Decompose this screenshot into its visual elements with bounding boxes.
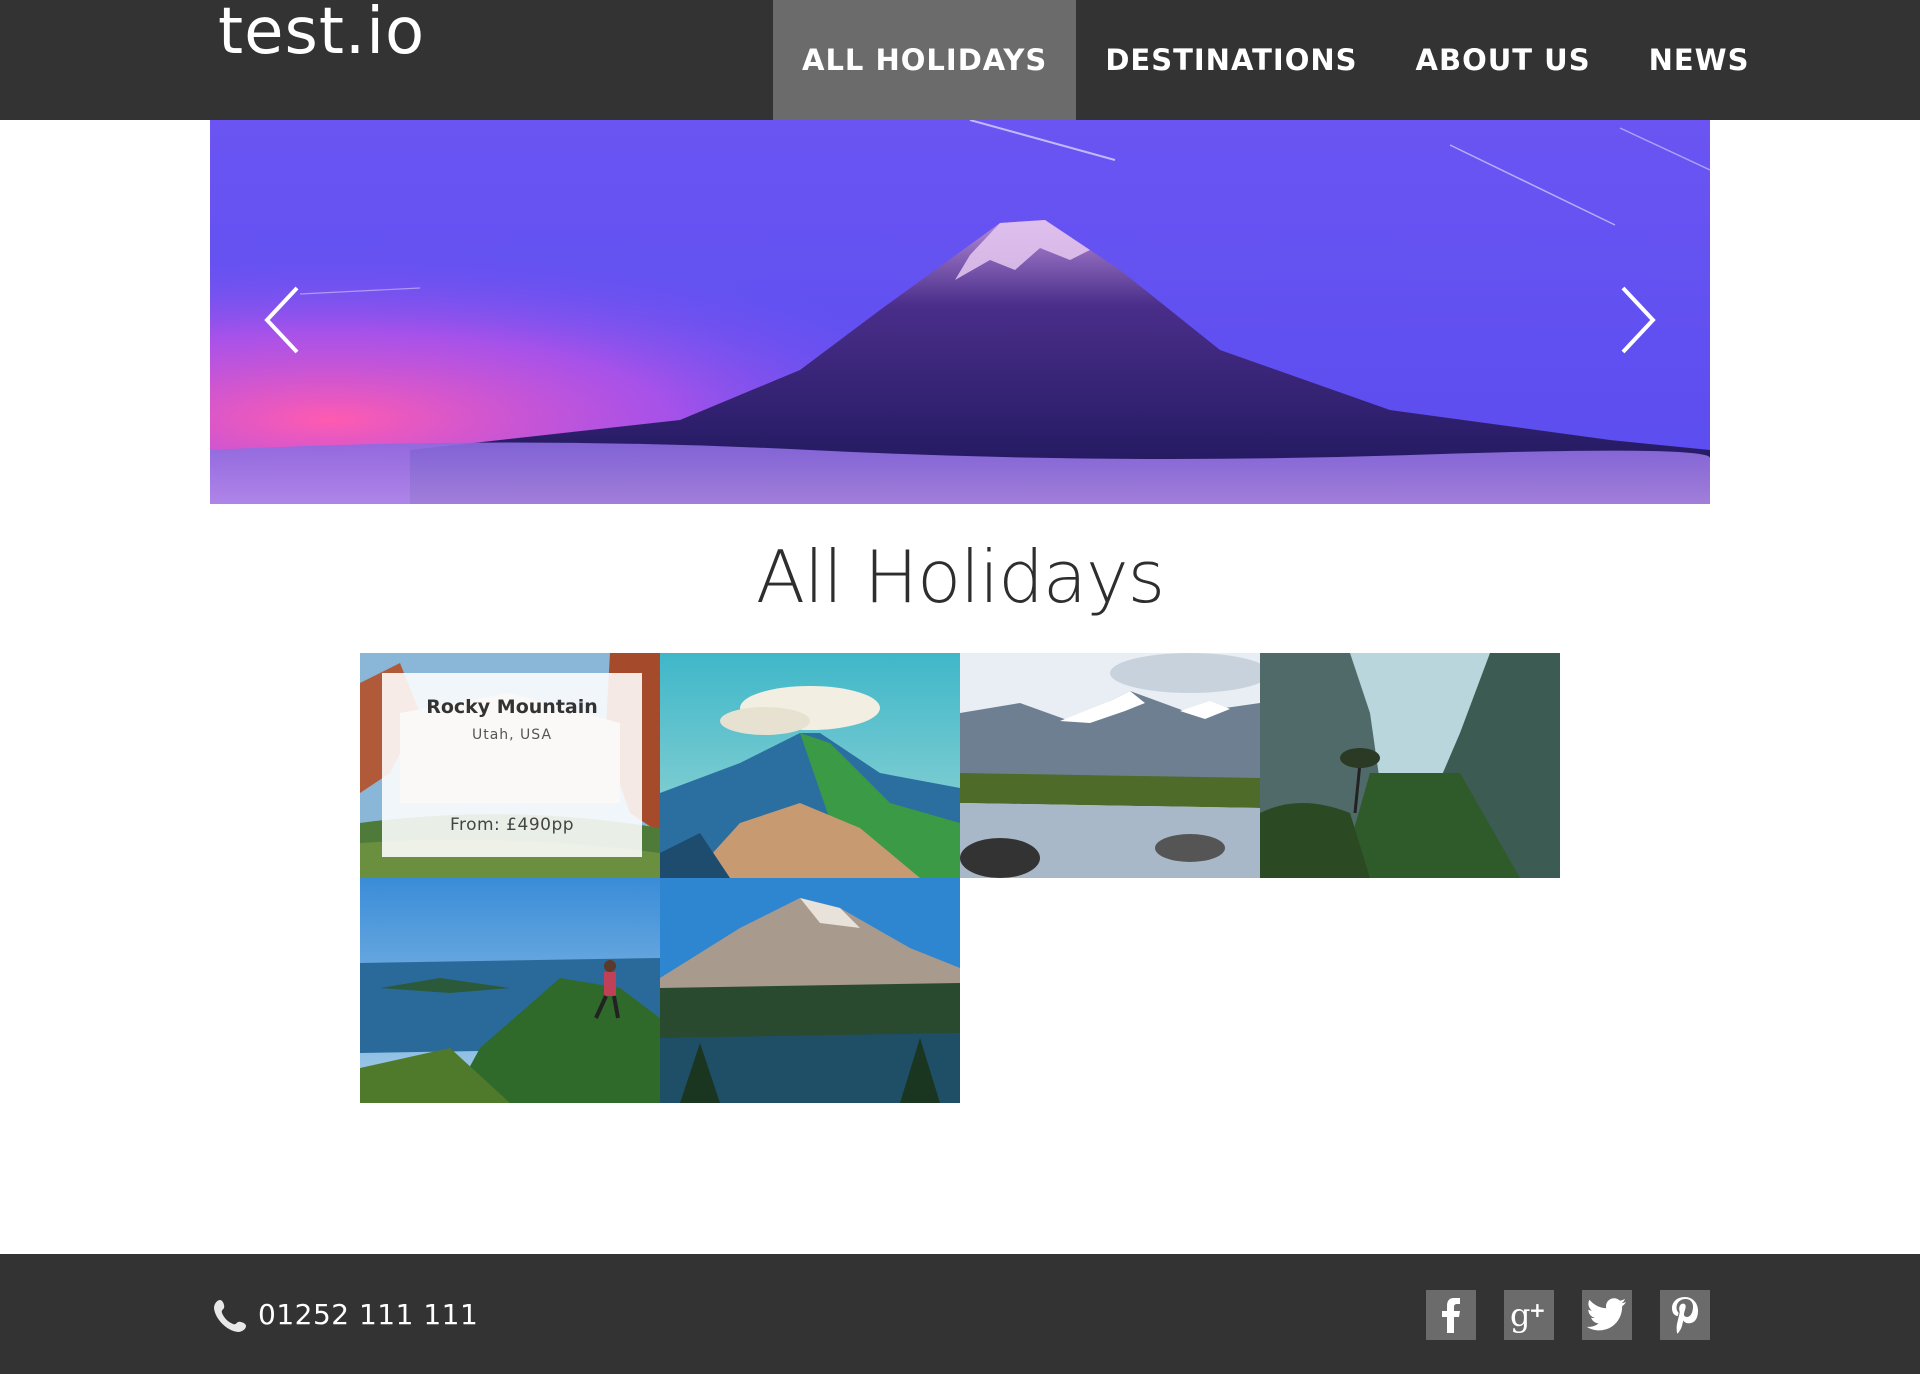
chevron-right-icon xyxy=(1621,286,1656,354)
holiday-tile[interactable] xyxy=(660,878,960,1103)
facebook-icon xyxy=(1442,1298,1460,1333)
main-nav: ALL HOLIDAYS DESTINATIONS ABOUT US NEWS xyxy=(773,0,1779,120)
holiday-image xyxy=(660,878,960,1103)
phone-icon xyxy=(214,1300,246,1332)
google-plus-icon: g + xyxy=(1510,1296,1546,1334)
nav-news[interactable]: NEWS xyxy=(1620,0,1779,120)
holiday-tile[interactable] xyxy=(660,653,960,878)
holiday-image xyxy=(960,653,1260,878)
carousel-prev-button[interactable] xyxy=(255,280,315,360)
page-title: All Holidays xyxy=(755,535,1165,619)
chevron-left-icon xyxy=(264,286,299,354)
phone-number[interactable]: 01252 111 111 xyxy=(258,1298,478,1331)
twitter-icon xyxy=(1587,1298,1626,1331)
nav-about-us[interactable]: ABOUT US xyxy=(1387,0,1620,120)
facebook-button[interactable] xyxy=(1426,1290,1476,1340)
google-plus-button[interactable]: g + xyxy=(1504,1290,1554,1340)
holiday-price: From: £490pp xyxy=(449,815,575,835)
holiday-image xyxy=(660,653,960,878)
hero-carousel xyxy=(210,120,1710,504)
logo[interactable]: test.io xyxy=(218,0,425,72)
holiday-card: Rocky Mountain Utah, USA From: £490pp xyxy=(382,673,642,857)
site-footer: 01252 111 111 xyxy=(0,1254,1920,1374)
nav-destinations[interactable]: DESTINATIONS xyxy=(1076,0,1386,120)
site-header: test.io ALL HOLIDAYS DESTINATIONS ABOUT … xyxy=(0,0,1920,120)
pinterest-button[interactable] xyxy=(1660,1290,1710,1340)
pinterest-icon xyxy=(1672,1297,1698,1334)
holiday-tile[interactable] xyxy=(1260,653,1560,878)
holiday-tile-rocky-mountain[interactable]: Rocky Mountain Utah, USA From: £490pp xyxy=(360,653,660,878)
holiday-title: Rocky Mountain xyxy=(426,696,598,718)
carousel-next-button[interactable] xyxy=(1605,280,1665,360)
svg-text:g: g xyxy=(1510,1296,1530,1334)
svg-text:+: + xyxy=(1529,1298,1546,1322)
holiday-tile[interactable] xyxy=(960,653,1260,878)
holiday-tile[interactable] xyxy=(360,878,660,1103)
nav-all-holidays[interactable]: ALL HOLIDAYS xyxy=(773,0,1077,120)
holiday-location: Utah, USA xyxy=(471,727,553,743)
hero-slide-image xyxy=(210,120,1710,504)
twitter-button[interactable] xyxy=(1582,1290,1632,1340)
holiday-image xyxy=(360,878,660,1103)
holiday-image xyxy=(1260,653,1560,878)
